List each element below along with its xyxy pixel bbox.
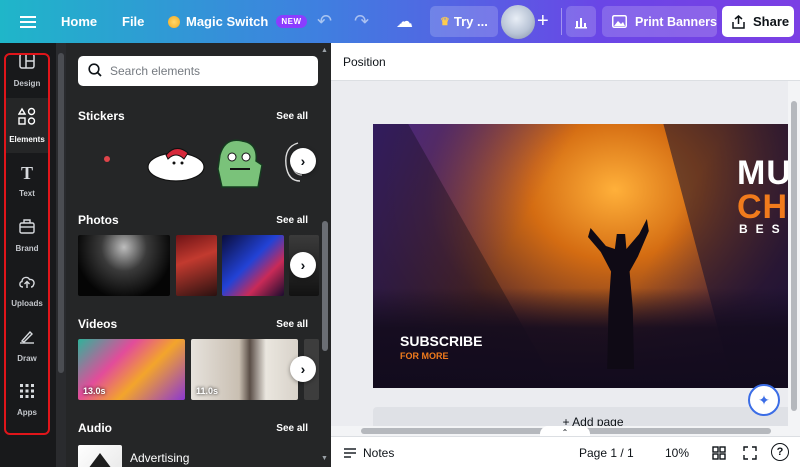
design-for-more-text[interactable]: FOR MORE <box>400 351 449 361</box>
print-banners-label: Print Banners <box>635 14 717 29</box>
redo-icon[interactable]: ↷ <box>354 0 369 43</box>
video-thumbnail[interactable]: 11.0s <box>191 339 298 400</box>
user-avatar[interactable] <box>501 5 535 39</box>
design-headline-line3[interactable]: BES <box>739 222 788 236</box>
sticker-thumbnail[interactable] <box>210 135 270 189</box>
image-icon <box>612 15 627 28</box>
try-pro-button[interactable]: ♛ Try ... <box>430 6 498 37</box>
sticker-thumbnail[interactable] <box>104 156 110 162</box>
magic-assistant-icon[interactable]: ✦ <box>748 384 780 416</box>
section-title-audio: Audio <box>78 421 112 435</box>
see-all-photos[interactable]: See all <box>276 215 308 226</box>
search-icon <box>88 62 102 80</box>
share-icon <box>732 14 745 29</box>
videos-next-icon[interactable]: › <box>290 356 316 382</box>
stickers-next-icon[interactable]: › <box>290 148 316 174</box>
share-button[interactable]: Share <box>722 6 794 37</box>
audio-track-title[interactable]: Advertising <box>130 451 189 465</box>
zoom-level[interactable]: 10% <box>665 437 689 467</box>
add-collaborator-icon[interactable]: + <box>537 0 549 43</box>
section-title-videos: Videos <box>78 317 118 331</box>
help-icon[interactable]: ? <box>771 443 789 461</box>
fullscreen-icon[interactable] <box>743 437 757 467</box>
section-title-stickers: Stickers <box>78 109 125 123</box>
notes-button[interactable]: Notes <box>343 437 394 467</box>
design-page[interactable]: MUS CHA BES SUBSCRIBE FOR MORE <box>373 124 800 388</box>
search-input[interactable]: Search elements <box>78 56 318 86</box>
video-duration: 13.0s <box>83 386 106 396</box>
see-all-videos[interactable]: See all <box>276 319 308 330</box>
panel-scrollbar[interactable]: ▲ ▼ <box>319 43 331 467</box>
editor-toolbar: Position <box>331 43 800 81</box>
home-button[interactable]: Home <box>61 0 97 43</box>
rail-scrollbar[interactable] <box>56 43 66 467</box>
try-label: Try ... <box>453 14 488 29</box>
crown-icon: ♛ <box>440 16 450 28</box>
audio-thumbnail[interactable] <box>78 445 122 467</box>
new-badge: NEW <box>276 15 307 28</box>
canvas-vertical-scrollbar[interactable] <box>788 81 800 438</box>
photo-thumbnail[interactable] <box>78 235 170 296</box>
magic-sparkle-icon <box>168 15 180 28</box>
print-banners-button[interactable]: Print Banners <box>602 6 717 37</box>
page-indicator[interactable]: Page 1 / 1 <box>579 437 634 467</box>
magic-switch-label: Magic Switch <box>186 14 269 29</box>
menu-icon[interactable] <box>14 0 42 43</box>
see-all-audio[interactable]: See all <box>276 423 308 434</box>
magic-switch-button[interactable]: Magic Switch NEW <box>168 0 307 43</box>
notes-icon <box>344 447 356 458</box>
video-thumbnail[interactable]: 13.0s <box>78 339 185 400</box>
photos-next-icon[interactable]: › <box>290 252 316 278</box>
see-all-stickers[interactable]: See all <box>276 111 308 122</box>
photo-thumbnail[interactable] <box>176 235 217 296</box>
share-label: Share <box>753 14 790 29</box>
bottom-bar: Notes Page 1 / 1 10% ? <box>331 436 800 467</box>
grid-view-icon[interactable] <box>712 437 726 467</box>
photo-thumbnail[interactable] <box>222 235 284 296</box>
notes-label: Notes <box>363 445 395 460</box>
undo-icon[interactable]: ↶ <box>317 0 332 43</box>
toolbar-divider <box>561 8 562 35</box>
cloud-save-icon[interactable]: ☁ <box>396 0 413 43</box>
sticker-thumbnail[interactable] <box>144 139 206 183</box>
file-menu-button[interactable]: File <box>122 0 144 43</box>
position-button[interactable]: Position <box>343 55 386 69</box>
design-subscribe-text[interactable]: SUBSCRIBE <box>400 333 482 349</box>
video-duration: 11.0s <box>196 386 219 396</box>
section-title-photos: Photos <box>78 213 119 227</box>
rail-highlight-outline <box>4 53 50 435</box>
elements-panel: Search elements Stickers See all › Photo… <box>66 43 319 467</box>
search-placeholder: Search elements <box>110 64 201 78</box>
canvas-stage: MUS CHA BES SUBSCRIBE FOR MORE + Add pag… <box>331 81 800 438</box>
top-bar: Home File Magic Switch NEW ↶ ↷ ☁ ♛ Try .… <box>0 0 800 43</box>
analytics-icon[interactable] <box>566 6 596 37</box>
